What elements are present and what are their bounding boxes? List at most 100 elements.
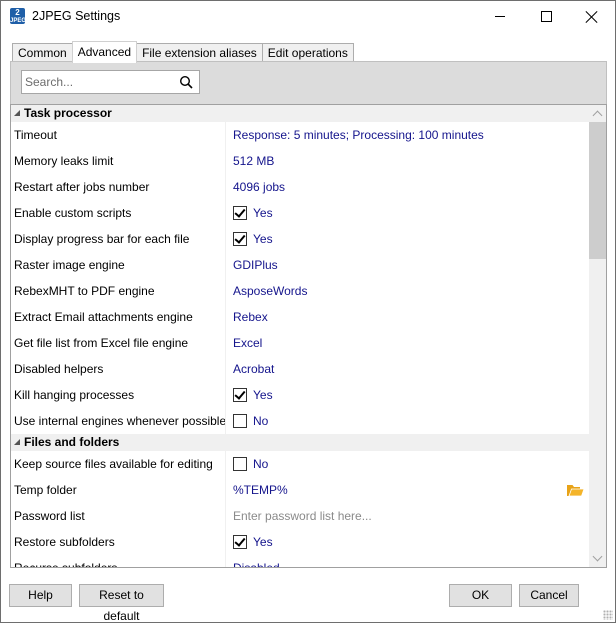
property-name: Keep source files available for editing bbox=[14, 451, 226, 477]
property-name: Get file list from Excel file engine bbox=[14, 330, 226, 356]
minimize-button[interactable] bbox=[477, 1, 523, 32]
property-name: Restart after jobs number bbox=[14, 174, 226, 200]
checkbox-label: No bbox=[253, 457, 269, 471]
settings-window: 2 JPEG 2JPEG Settings Common Advanced Fi… bbox=[0, 0, 616, 623]
tab-common[interactable]: Common bbox=[12, 43, 73, 62]
property-value[interactable]: Response: 5 minutes; Processing: 100 min… bbox=[233, 122, 590, 148]
property-name: Use internal engines whenever possible bbox=[14, 408, 226, 434]
checkbox[interactable] bbox=[233, 413, 247, 428]
expand-triangle-icon[interactable] bbox=[14, 439, 20, 445]
close-icon bbox=[586, 11, 598, 23]
property-row-restart-after-jobs[interactable]: Restart after jobs number 4096 jobs bbox=[11, 174, 590, 200]
property-name: RebexMHT to PDF engine bbox=[14, 278, 226, 304]
property-value[interactable]: Disabled bbox=[233, 555, 590, 567]
chevron-down-icon bbox=[592, 551, 603, 562]
checkbox[interactable] bbox=[233, 387, 247, 402]
category-files-and-folders[interactable]: Files and folders bbox=[11, 434, 590, 451]
password-list-input[interactable]: Enter password list here... bbox=[233, 503, 590, 529]
property-name: Temp folder bbox=[14, 477, 226, 503]
maximize-button[interactable] bbox=[523, 1, 569, 32]
property-row-rebexmht-to-pdf-engine[interactable]: RebexMHT to PDF engine AsposeWords bbox=[11, 278, 590, 304]
property-row-password-list[interactable]: Password list Enter password list here..… bbox=[11, 503, 590, 529]
property-name: Memory leaks limit bbox=[14, 148, 226, 174]
property-value: Yes bbox=[233, 226, 590, 252]
property-name: Timeout bbox=[14, 122, 226, 148]
search-box[interactable] bbox=[21, 70, 200, 94]
tab-edit-operations[interactable]: Edit operations bbox=[261, 43, 354, 62]
property-row-disabled-helpers[interactable]: Disabled helpers Acrobat bbox=[11, 356, 590, 382]
property-value: Yes bbox=[233, 382, 590, 408]
property-row-excel-file-list-engine[interactable]: Get file list from Excel file engine Exc… bbox=[11, 330, 590, 356]
property-value[interactable]: AsposeWords bbox=[233, 278, 590, 304]
tab-file-extension-aliases[interactable]: File extension aliases bbox=[136, 43, 263, 62]
property-row-kill-hanging-processes[interactable]: Kill hanging processes Yes bbox=[11, 382, 590, 408]
property-name: Enable custom scripts bbox=[14, 200, 226, 226]
property-row-temp-folder[interactable]: Temp folder %TEMP% bbox=[11, 477, 590, 503]
chevron-up-icon bbox=[592, 110, 603, 121]
help-button[interactable]: Help bbox=[9, 584, 72, 607]
property-row-timeout[interactable]: Timeout Response: 5 minutes; Processing:… bbox=[11, 122, 590, 148]
checkbox[interactable] bbox=[233, 534, 247, 549]
property-value[interactable]: 512 MB bbox=[233, 148, 590, 174]
property-name: Extract Email attachments engine bbox=[14, 304, 226, 330]
checkbox-label: Yes bbox=[253, 388, 273, 402]
property-grid: Task processor Timeout Response: 5 minut… bbox=[10, 104, 607, 568]
property-row-recurse-subfolders[interactable]: Recurse subfolders Disabled bbox=[11, 555, 590, 567]
property-name: Password list bbox=[14, 503, 226, 529]
property-row-enable-custom-scripts[interactable]: Enable custom scripts Yes bbox=[11, 200, 590, 226]
maximize-icon bbox=[540, 11, 552, 22]
property-rows: Task processor Timeout Response: 5 minut… bbox=[11, 105, 590, 567]
scroll-up-button[interactable] bbox=[589, 105, 606, 122]
category-task-processor[interactable]: Task processor bbox=[11, 105, 590, 122]
title-bar[interactable]: 2 JPEG 2JPEG Settings bbox=[1, 1, 615, 32]
folder-open-icon[interactable] bbox=[567, 484, 584, 497]
search-icon[interactable] bbox=[179, 75, 193, 89]
property-value: No bbox=[233, 451, 590, 477]
scroll-down-button[interactable] bbox=[589, 550, 606, 567]
property-name: Raster image engine bbox=[14, 252, 226, 278]
property-name: Restore subfolders bbox=[14, 529, 226, 555]
app-icon: 2 JPEG bbox=[10, 8, 27, 24]
property-value[interactable]: GDIPlus bbox=[233, 252, 590, 278]
cancel-button[interactable]: Cancel bbox=[519, 584, 579, 607]
property-row-restore-subfolders[interactable]: Restore subfolders Yes bbox=[11, 529, 590, 555]
scrollbar-thumb[interactable] bbox=[589, 122, 606, 259]
property-name: Disabled helpers bbox=[14, 356, 226, 382]
property-row-raster-image-engine[interactable]: Raster image engine GDIPlus bbox=[11, 252, 590, 278]
minimize-icon bbox=[495, 16, 505, 17]
property-row-memory-leaks-limit[interactable]: Memory leaks limit 512 MB bbox=[11, 148, 590, 174]
property-row-display-progress-bar[interactable]: Display progress bar for each file Yes bbox=[11, 226, 590, 252]
reset-to-default-button[interactable]: Reset to default bbox=[79, 584, 164, 623]
property-row-use-internal-engines[interactable]: Use internal engines whenever possible N… bbox=[11, 408, 590, 434]
window-title: 2JPEG Settings bbox=[32, 9, 121, 23]
resize-grip[interactable] bbox=[603, 610, 613, 620]
property-value: No bbox=[233, 408, 590, 434]
property-name: Recurse subfolders bbox=[14, 555, 226, 567]
checkbox[interactable] bbox=[233, 231, 247, 246]
property-row-keep-source-files[interactable]: Keep source files available for editing … bbox=[11, 451, 590, 477]
property-value[interactable]: Excel bbox=[233, 330, 590, 356]
property-value[interactable]: Rebex bbox=[233, 304, 590, 330]
vertical-scrollbar[interactable] bbox=[589, 105, 606, 567]
property-value[interactable]: %TEMP% bbox=[233, 477, 590, 503]
checkbox[interactable] bbox=[233, 205, 247, 220]
expand-triangle-icon[interactable] bbox=[14, 110, 20, 116]
property-value: Yes bbox=[233, 529, 590, 555]
property-name: Kill hanging processes bbox=[14, 382, 226, 408]
property-row-extract-email-attachments-engine[interactable]: Extract Email attachments engine Rebex bbox=[11, 304, 590, 330]
search-panel bbox=[10, 61, 607, 105]
close-button[interactable] bbox=[569, 1, 615, 32]
property-value: Yes bbox=[233, 200, 590, 226]
search-input[interactable] bbox=[23, 73, 177, 91]
checkbox-label: Yes bbox=[253, 535, 273, 549]
checkbox-label: No bbox=[253, 414, 269, 428]
checkbox-label: Yes bbox=[253, 206, 273, 220]
checkbox[interactable] bbox=[233, 456, 247, 471]
property-name: Display progress bar for each file bbox=[14, 226, 226, 252]
property-value[interactable]: 4096 jobs bbox=[233, 174, 590, 200]
tab-advanced[interactable]: Advanced bbox=[71, 41, 138, 63]
property-value[interactable]: Acrobat bbox=[233, 356, 590, 382]
ok-button[interactable]: OK bbox=[449, 584, 512, 607]
checkbox-label: Yes bbox=[253, 232, 273, 246]
tab-strip: Common Advanced File extension aliases E… bbox=[12, 41, 354, 63]
